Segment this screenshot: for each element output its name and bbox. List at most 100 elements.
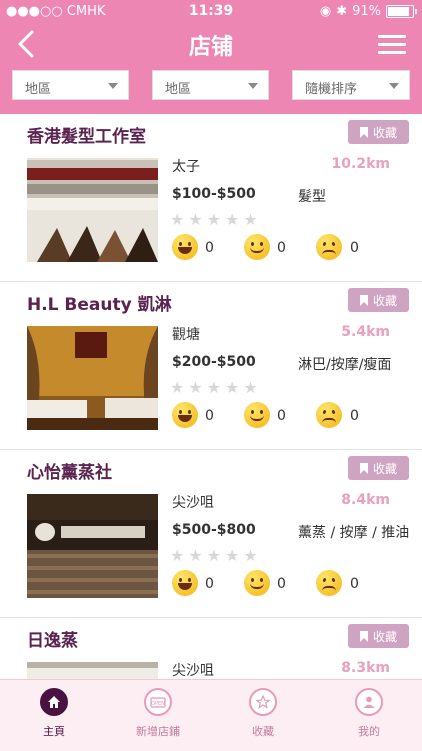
favorite-button[interactable]: 收藏: [348, 120, 409, 144]
tab-favorites[interactable]: 收藏: [223, 688, 303, 739]
status-bar: ●●●○○ CMHK 11:39 ◉ ✱ 91%: [0, 0, 422, 24]
chevron-down-icon: [389, 83, 399, 89]
tab-add-shop-label: 新增店鋪: [136, 725, 180, 738]
shop-district: 尖沙咀: [172, 495, 214, 511]
tab-profile-label: 我的: [358, 725, 380, 738]
district-select-2-value: 地區: [165, 82, 192, 97]
star-icon: ★: [225, 546, 240, 565]
page-title: 店铺: [188, 35, 233, 60]
star-icon: ★: [170, 546, 185, 565]
district-select-2[interactable]: 地區: [152, 70, 269, 100]
bookmark-icon: [359, 294, 368, 306]
laugh-count: 0: [205, 240, 214, 256]
tab-profile[interactable]: 我的: [329, 688, 409, 739]
sad-count: 0: [350, 240, 359, 256]
favorite-button[interactable]: 收藏: [348, 288, 409, 312]
bookmark-icon: [359, 462, 368, 474]
star-icon: ★: [206, 210, 222, 229]
laugh-face-icon[interactable]: [172, 234, 198, 260]
laugh-count: 0: [205, 576, 214, 592]
sad-face-icon[interactable]: [316, 570, 342, 596]
favorite-button[interactable]: 收藏: [348, 456, 409, 480]
reactions: 0 0 0: [172, 570, 382, 598]
rating-stars: ★ ★ ★ ★ ★: [170, 210, 258, 229]
favorite-button[interactable]: 收藏: [348, 624, 409, 648]
district-select-1[interactable]: 地區: [12, 70, 129, 100]
shop-category: 薰蒸 / 按摩 / 推油: [298, 525, 410, 541]
shop-name: H.L Beauty 凱淋: [27, 295, 172, 315]
sad-count: 0: [350, 576, 359, 592]
user-icon: [355, 688, 383, 716]
tab-home[interactable]: 主頁: [14, 688, 94, 739]
filter-bar: 地區 地區 隨機排序: [12, 70, 410, 100]
status-right: ◉ ✱ 91%: [319, 4, 417, 19]
nav-bar: 店铺: [0, 24, 422, 64]
shop-category: 髮型: [298, 189, 326, 205]
tab-home-label: 主頁: [43, 725, 65, 738]
shop-card[interactable]: 香港髮型工作室 收藏 太子 10.2km $100-$500 髮型 ★ ★ ★ ★ ★ …: [0, 114, 422, 282]
smile-face-icon[interactable]: [244, 570, 270, 596]
bluetooth-icon: ✱: [336, 4, 348, 19]
shop-district: 尖沙咀: [172, 663, 214, 679]
sort-select[interactable]: 隨機排序: [292, 70, 410, 100]
smile-face-icon[interactable]: [244, 402, 270, 428]
svg-text:OPEN: OPEN: [151, 701, 165, 707]
sad-count: 0: [350, 408, 359, 424]
open-sign-icon: OPEN: [144, 688, 172, 716]
laugh-count: 0: [205, 408, 214, 424]
star-icon: ★: [243, 210, 258, 229]
laugh-face-icon[interactable]: [172, 402, 198, 428]
tab-favorites-label: 收藏: [252, 725, 274, 738]
star-icon: ★: [188, 378, 203, 397]
bookmark-icon: [359, 126, 368, 138]
rating-stars: ★ ★ ★ ★ ★: [170, 546, 258, 565]
favorite-label: 收藏: [372, 629, 397, 644]
shop-list[interactable]: 香港髮型工作室 收藏 太子 10.2km $100-$500 髮型 ★ ★ ★ ★ ★ …: [0, 114, 422, 679]
shop-distance: 5.4km: [341, 324, 390, 340]
favorite-label: 收藏: [372, 125, 397, 140]
shop-card[interactable]: 心怡薰蒸社 收藏 尖沙咀 8.4km $500-$800 薰蒸 / 按摩 / 推…: [0, 450, 422, 618]
shop-card[interactable]: H.L Beauty 凱淋 收藏 觀塘 5.4km $200-$500 淋巴/按…: [0, 282, 422, 450]
smile-count: 0: [277, 240, 286, 256]
star-icon: ★: [206, 546, 222, 565]
chevron-down-icon: [108, 83, 118, 89]
location-icon: ◉: [319, 4, 332, 19]
shop-distance: 8.3km: [341, 660, 390, 676]
star-icon: ★: [206, 378, 222, 397]
star-icon: ★: [188, 210, 203, 229]
smile-face-icon[interactable]: [244, 234, 270, 260]
shop-photo: [27, 326, 158, 430]
favorite-label: 收藏: [372, 293, 397, 308]
laugh-face-icon[interactable]: [172, 570, 198, 596]
sad-face-icon[interactable]: [316, 234, 342, 260]
menu-icon[interactable]: [378, 35, 406, 55]
header: ●●●○○ CMHK 11:39 ◉ ✱ 91% 店铺 地區 地區 隨機排序: [0, 0, 422, 114]
shop-photo: [27, 158, 158, 262]
tab-add-shop[interactable]: OPEN 新增店鋪: [118, 688, 198, 739]
battery-percent: 91%: [352, 4, 381, 19]
star-icon: [249, 688, 277, 716]
shop-distance: 8.4km: [341, 492, 390, 508]
star-icon: ★: [170, 378, 185, 397]
home-icon: [40, 688, 68, 716]
star-icon: ★: [243, 378, 258, 397]
shop-category: 淋巴/按摩/瘦面: [298, 357, 392, 373]
rating-stars: ★ ★ ★ ★ ★: [170, 378, 258, 397]
reactions: 0 0 0: [172, 234, 382, 262]
shop-district: 觀塘: [172, 327, 200, 343]
shop-card[interactable]: 日逸蒸 收藏 尖沙咀 8.3km: [0, 618, 422, 679]
favorite-label: 收藏: [372, 461, 397, 476]
shop-distance: 10.2km: [331, 156, 390, 172]
shop-photo: [27, 494, 158, 598]
shop-name: 香港髮型工作室: [27, 127, 146, 147]
smile-count: 0: [277, 408, 286, 424]
district-select-1-value: 地區: [25, 82, 52, 97]
shop-price: $100-$500: [172, 186, 256, 202]
shop-price: $200-$500: [172, 354, 256, 370]
star-icon: ★: [225, 378, 240, 397]
shop-photo: [27, 662, 158, 679]
star-icon: ★: [225, 210, 240, 229]
star-icon: ★: [170, 210, 185, 229]
chevron-down-icon: [248, 83, 258, 89]
sad-face-icon[interactable]: [316, 402, 342, 428]
